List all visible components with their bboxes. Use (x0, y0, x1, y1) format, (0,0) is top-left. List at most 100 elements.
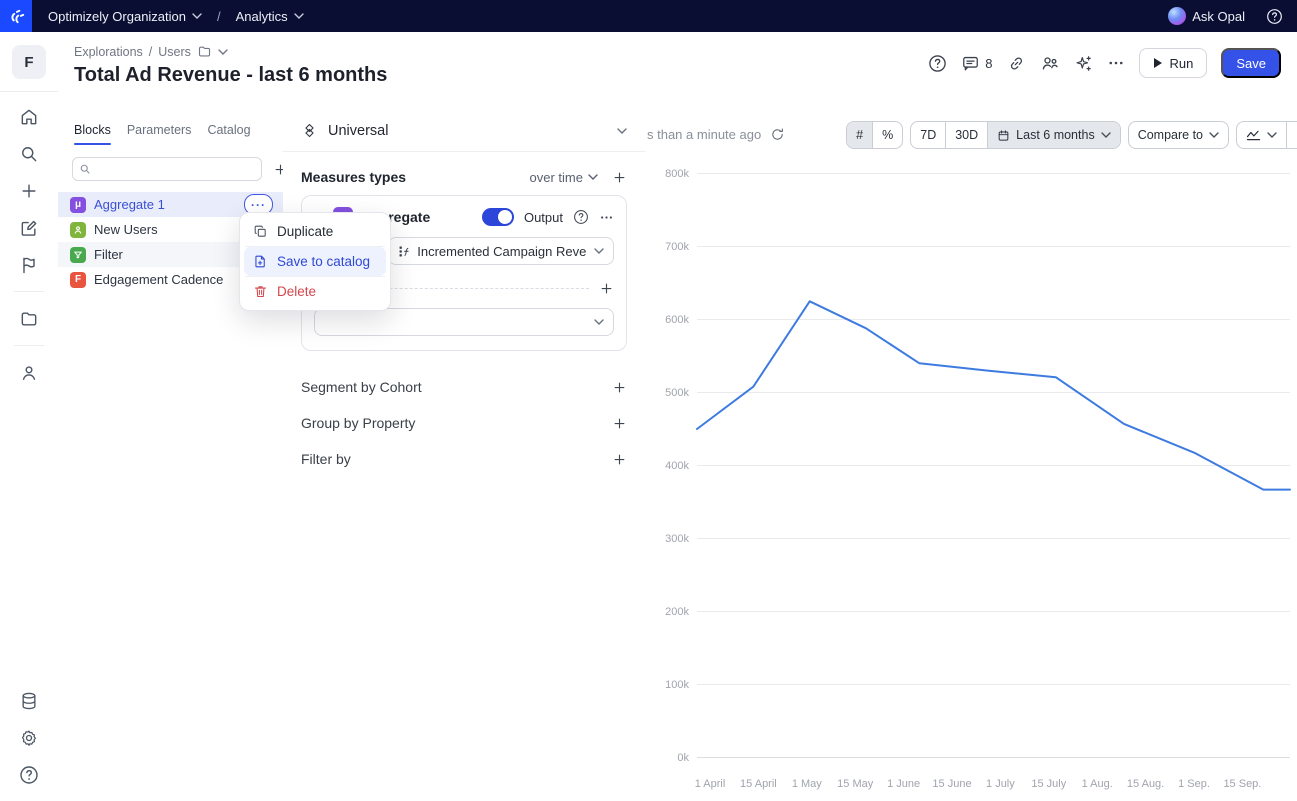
toggle-knob (498, 210, 512, 224)
over-time-label: over time (530, 170, 583, 185)
blocks-search-input[interactable] (96, 161, 255, 177)
rail-home-button[interactable] (0, 98, 58, 135)
add-measure-button[interactable] (612, 170, 627, 185)
folder-icon[interactable] (197, 44, 212, 59)
add-filter-button[interactable] (612, 452, 627, 467)
save-button[interactable]: Save (1221, 48, 1281, 78)
measure-select[interactable]: Incremented Campaign Reve... (388, 237, 614, 265)
comment-icon (961, 54, 980, 73)
tab-blocks[interactable]: Blocks (74, 123, 111, 145)
opal-orb-icon (1168, 7, 1186, 25)
ai-suggest-button[interactable] (1074, 54, 1093, 73)
page-header: Explorations / Users Total Ad Revenue - … (58, 32, 1297, 110)
org-switcher[interactable]: Optimizely Organization (48, 9, 202, 24)
breadcrumb-users[interactable]: Users (158, 45, 191, 59)
header-actions: 8 Run Save (928, 48, 1281, 78)
copy-link-button[interactable] (1007, 54, 1026, 73)
block-item-label: Filter (94, 247, 123, 262)
svg-text:1 Sep.: 1 Sep. (1178, 778, 1210, 790)
menu-item-duplicate[interactable]: Duplicate (244, 217, 386, 246)
rail-create-button[interactable] (0, 172, 58, 209)
chevron-down-icon[interactable] (218, 49, 228, 55)
segment-by-cohort-row: Segment by Cohort (283, 369, 645, 405)
person-icon (19, 363, 39, 383)
tab-parameters[interactable]: Parameters (127, 123, 192, 145)
svg-text:1 April: 1 April (695, 778, 726, 790)
svg-text:600k: 600k (665, 314, 689, 326)
chevron-down-icon (294, 13, 304, 19)
svg-text:100k: 100k (665, 679, 689, 691)
plus-icon (612, 380, 627, 395)
breadcrumb-separator: / (149, 45, 152, 59)
rail-compose-button[interactable] (0, 209, 58, 246)
section-label: Segment by Cohort (301, 379, 422, 395)
play-icon (1153, 57, 1163, 69)
menu-item-label: Save to catalog (277, 254, 370, 269)
menu-item-save-to-catalog[interactable]: Save to catalog (244, 247, 386, 276)
output-toggle[interactable] (482, 208, 514, 226)
plus-icon (612, 452, 627, 467)
rail-profile-button[interactable] (0, 354, 58, 391)
search-icon (79, 163, 91, 175)
measure-icon (398, 245, 410, 258)
block-more-button[interactable] (599, 210, 614, 225)
menu-item-delete[interactable]: Delete (244, 277, 386, 306)
rail-folders-button[interactable] (0, 300, 58, 337)
chevron-down-icon (588, 174, 598, 180)
rail-settings-button[interactable] (0, 719, 58, 756)
run-button[interactable]: Run (1139, 48, 1208, 78)
ask-opal-button[interactable]: Ask Opal (1168, 7, 1245, 25)
share-users-button[interactable] (1040, 53, 1060, 73)
more-actions-button[interactable] (1107, 54, 1125, 72)
gear-icon (19, 728, 39, 748)
comments-button[interactable]: 8 (961, 54, 992, 73)
add-group-button[interactable] (612, 416, 627, 431)
new-users-badge-icon (70, 222, 86, 238)
menu-item-label: Delete (277, 284, 316, 299)
secondary-select[interactable] (314, 308, 614, 336)
add-step-button[interactable] (599, 281, 614, 296)
help-icon (1266, 8, 1283, 25)
svg-text:500k: 500k (665, 387, 689, 399)
app-name: Analytics (236, 9, 288, 24)
run-label: Run (1170, 56, 1194, 71)
flag-icon (19, 255, 39, 275)
search-box[interactable] (72, 157, 262, 181)
builder-sections: Segment by Cohort Group by Property Filt… (283, 369, 645, 477)
svg-text:1 May: 1 May (792, 778, 822, 790)
svg-text:700k: 700k (665, 241, 689, 253)
plus-icon (599, 281, 614, 296)
measures-header: Measures types over time (283, 152, 645, 194)
breadcrumb-explorations[interactable]: Explorations (74, 45, 143, 59)
breadcrumb: Explorations / Users (74, 44, 228, 59)
block-item-label: New Users (94, 222, 158, 237)
edit-icon (19, 218, 39, 238)
measure-value: Incremented Campaign Reve... (417, 244, 587, 259)
doc-help-button[interactable] (928, 54, 947, 73)
chart-panel: s than a minute ago # % 7D 30D Last 6 mo… (645, 110, 1297, 801)
svg-text:15 Aug.: 15 Aug. (1127, 778, 1164, 790)
tab-catalog[interactable]: Catalog (207, 123, 250, 145)
page-title: Total Ad Revenue - last 6 months (74, 64, 387, 87)
optimizely-logo[interactable] (0, 0, 32, 32)
rail-data-button[interactable] (0, 682, 58, 719)
home-icon (19, 107, 39, 127)
help-icon (928, 54, 947, 73)
rail-search-button[interactable] (0, 135, 58, 172)
chevron-down-icon (594, 248, 604, 254)
add-segment-button[interactable] (612, 380, 627, 395)
rail-help-button[interactable] (0, 756, 58, 793)
share-users-icon (1040, 53, 1060, 73)
search-icon (19, 144, 39, 164)
rail-experiments-button[interactable] (0, 246, 58, 283)
svg-text:1 Aug.: 1 Aug. (1082, 778, 1113, 790)
workspace-avatar[interactable]: F (12, 45, 46, 79)
source-selector[interactable]: Universal (283, 110, 645, 152)
app-switcher[interactable]: Analytics (236, 9, 304, 24)
block-item-label: Edgagement Cadence (94, 272, 223, 287)
over-time-dropdown[interactable]: over time (530, 170, 598, 185)
source-label: Universal (328, 123, 388, 139)
output-help-button[interactable] (573, 209, 589, 225)
nav-help-button[interactable] (1266, 8, 1283, 25)
svg-text:15 June: 15 June (932, 778, 971, 790)
